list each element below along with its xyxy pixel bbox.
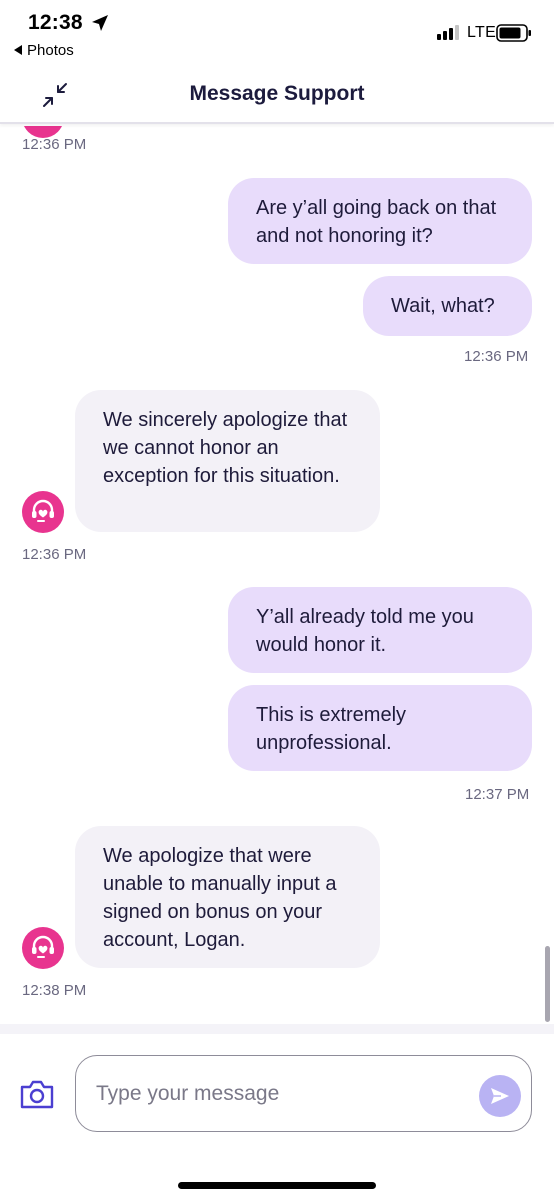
support-agent-icon xyxy=(32,499,54,522)
send-button[interactable] xyxy=(479,1075,521,1117)
message-composer xyxy=(0,1024,554,1200)
back-triangle-icon xyxy=(14,45,22,55)
location-arrow-icon xyxy=(92,15,108,31)
battery-icon xyxy=(496,24,531,42)
send-icon xyxy=(491,1088,509,1104)
incoming-message: We apologize that were unable to manuall… xyxy=(75,826,380,968)
chat-header: Message Support xyxy=(0,64,554,124)
message-thread[interactable]: 12:36 PM Are y’all going back on that an… xyxy=(0,126,554,1024)
message-timestamp: 12:36 PM xyxy=(22,136,87,153)
back-to-photos-link[interactable]: Photos xyxy=(14,42,74,59)
status-time: 12:38 xyxy=(28,11,83,34)
home-indicator[interactable] xyxy=(178,1182,376,1189)
support-agent-icon xyxy=(32,935,54,958)
outgoing-message: This is extremely unprofessional. xyxy=(228,685,532,771)
outgoing-message: Are y’all going back on that and not hon… xyxy=(228,178,532,264)
back-app-label: Photos xyxy=(27,42,74,59)
incoming-message: We sincerely apologize that we cannot ho… xyxy=(75,390,380,532)
message-timestamp: 12:36 PM xyxy=(464,348,529,365)
cellular-signal-icon xyxy=(437,25,459,40)
outgoing-message: Wait, what? xyxy=(363,276,532,336)
outgoing-message: Y’all already told me you would honor it… xyxy=(228,587,532,673)
status-bar: 12:38 Photos LTE xyxy=(0,0,554,64)
camera-icon[interactable] xyxy=(18,1076,56,1112)
agent-avatar xyxy=(22,927,64,969)
network-type: LTE xyxy=(467,24,497,41)
agent-avatar xyxy=(22,491,64,533)
message-timestamp: 12:36 PM xyxy=(22,546,87,563)
page-title: Message Support xyxy=(189,82,365,105)
message-input-box[interactable] xyxy=(75,1055,532,1132)
message-timestamp: 12:38 PM xyxy=(22,982,87,999)
message-timestamp: 12:37 PM xyxy=(465,786,530,803)
message-input[interactable] xyxy=(96,1078,466,1110)
scrollbar[interactable] xyxy=(545,946,550,1022)
